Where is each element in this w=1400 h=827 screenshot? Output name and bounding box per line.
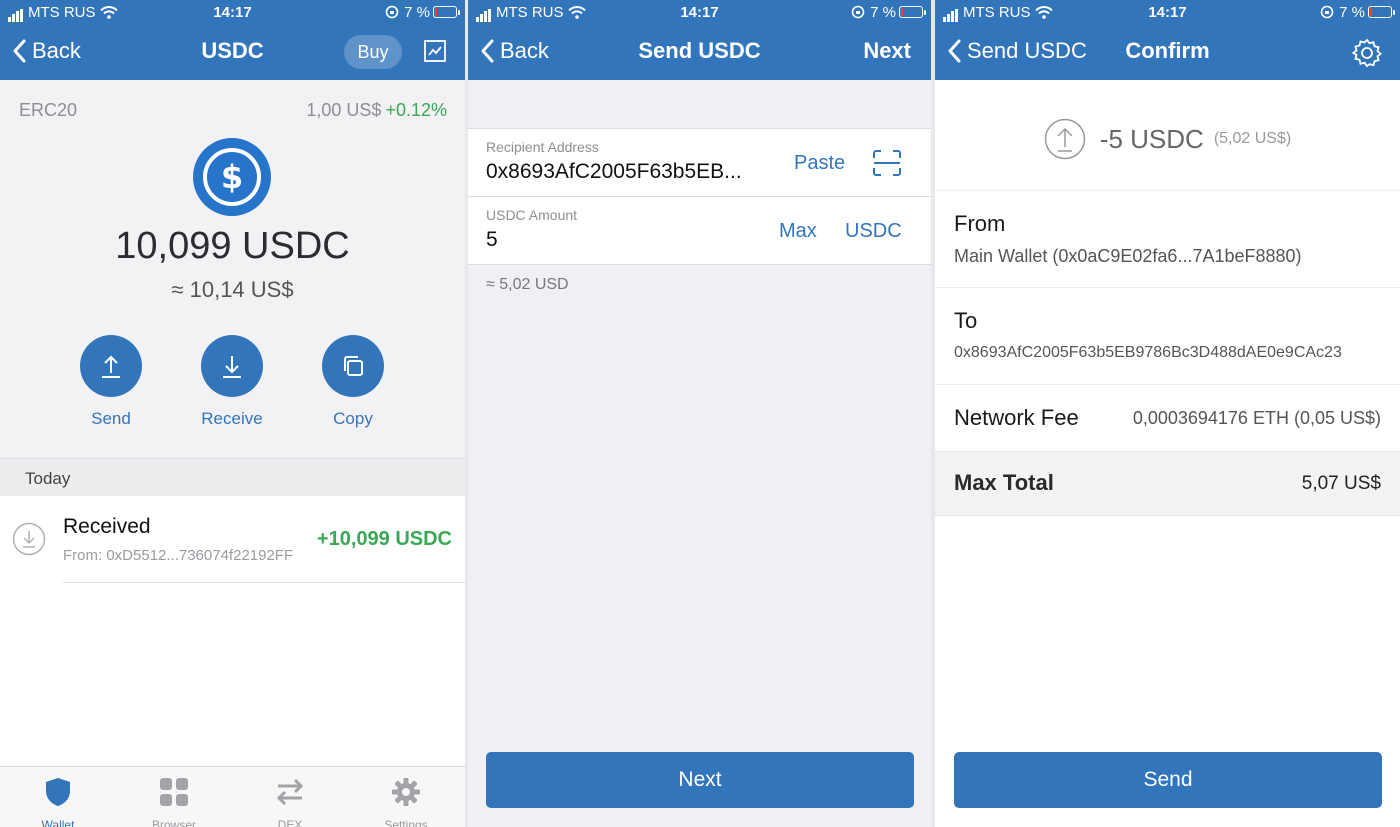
row-divider — [935, 384, 1400, 385]
back-label: Back — [32, 38, 81, 63]
send-action-button[interactable]: Send — [66, 335, 156, 429]
copy-icon — [322, 335, 384, 397]
max-button[interactable]: Max — [779, 220, 817, 243]
network-fee-value: 0,0003694176 ETH (0,05 US$) — [1132, 408, 1381, 428]
max-total-label: Max Total — [954, 470, 1054, 495]
top-bar: MTS RUS 14:17 7 % Send USDC Confirm — [935, 0, 1400, 80]
top-bar: MTS RUS 14:17 7 % Back Send USDC Next — [468, 0, 931, 80]
title-text: Confirm — [1125, 38, 1210, 63]
arrow-up-icon — [80, 335, 142, 397]
next-button[interactable]: Next — [486, 752, 914, 808]
rotation-lock-icon — [851, 5, 865, 19]
balance-fiat: ≈ 10,14 US$ — [171, 277, 294, 302]
back-button[interactable]: Send USDC — [947, 38, 1087, 64]
price-change: +0.12% — [385, 100, 447, 120]
next-nav-button[interactable]: Next — [863, 38, 911, 64]
send-screen: MTS RUS 14:17 7 % Back Send USDC Next Re… — [468, 0, 931, 827]
copy-action-label: Copy — [333, 409, 373, 428]
wallet-screen: MTS RUS 14:17 7 % Back USDC Buy ERC20 1,… — [0, 0, 465, 827]
back-label: Back — [500, 38, 549, 63]
tab-wallet[interactable]: Wallet — [13, 775, 103, 827]
row-divider — [63, 582, 465, 583]
max-total-value: 5,07 US$ — [1301, 473, 1381, 494]
tab-settings-label: Settings — [384, 818, 428, 827]
title-text: USDC — [201, 38, 264, 63]
tab-wallet-label: Wallet — [41, 818, 75, 827]
tab-browser[interactable]: Browser — [129, 775, 219, 827]
row-divider — [935, 287, 1400, 288]
battery-percent: 7 % — [870, 4, 896, 21]
send-action-label: Send — [91, 409, 131, 428]
transaction-amount: +10,099 USDC — [316, 528, 452, 550]
amount-input[interactable]: 5 — [486, 228, 498, 252]
arrow-up-circle-icon — [1044, 118, 1086, 160]
status-right: 7 % — [385, 4, 460, 22]
tab-bar: Wallet Browser DEX Settings — [0, 766, 465, 827]
rotation-lock-icon — [385, 5, 399, 19]
send-button[interactable]: Send — [954, 752, 1382, 808]
qr-scan-icon[interactable] — [873, 150, 901, 181]
section-header-today: Today — [0, 458, 465, 496]
battery-icon — [899, 6, 926, 18]
swap-arrows-icon — [245, 775, 335, 809]
shield-icon — [13, 775, 103, 809]
network-label: ERC20 — [19, 100, 78, 120]
amount-label: USDC Amount — [486, 207, 578, 223]
row-divider — [935, 190, 1400, 191]
token-price: 1,00 US$ +0.12% — [306, 100, 447, 121]
status-right: 7 % — [851, 4, 926, 22]
status-right: 7 % — [1320, 4, 1395, 22]
back-button[interactable]: Back — [12, 38, 81, 64]
fiat-estimate: ≈ 5,02 USD — [486, 276, 569, 293]
from-value: Main Wallet (0x0aC9E02fa6...7A1beF8880) — [954, 246, 1302, 266]
battery-percent: 7 % — [404, 4, 430, 21]
send-amount: -5 USDC — [1099, 123, 1204, 154]
battery-icon — [433, 6, 460, 18]
tab-browser-label: Browser — [151, 818, 196, 827]
recipient-label: Recipient Address — [486, 139, 599, 155]
receive-action-button[interactable]: Receive — [187, 335, 277, 429]
confirm-screen: MTS RUS 14:17 7 % Send USDC Confirm -5 U… — [935, 0, 1400, 827]
receive-action-label: Receive — [201, 409, 263, 428]
buy-button[interactable]: Buy — [344, 35, 402, 69]
arrow-down-icon — [201, 335, 263, 397]
tab-dex-label: DEX — [277, 818, 303, 827]
token-balance: 10,099 USDC — [115, 225, 350, 267]
top-bar: MTS RUS 14:17 7 % Back USDC Buy — [0, 0, 465, 80]
tab-settings[interactable]: Settings — [361, 775, 451, 827]
recipient-address-input[interactable]: 0x8693AfC2005F63b5EB... — [486, 160, 742, 184]
back-label: Send USDC — [967, 38, 1087, 63]
to-label: To — [954, 308, 978, 333]
copy-action-button[interactable]: Copy — [308, 335, 398, 429]
amount-summary: -5 USDC (5,02 US$) — [935, 117, 1400, 161]
title-text: Send USDC — [638, 38, 761, 63]
rotation-lock-icon — [1320, 5, 1334, 19]
transaction-from: From: 0xD5512...736074f22192FF — [63, 547, 294, 564]
chevron-left-icon — [481, 39, 494, 63]
gear-icon[interactable] — [1351, 38, 1383, 73]
chevron-left-icon — [948, 39, 961, 63]
tab-dex[interactable]: DEX — [245, 775, 335, 827]
send-amount-fiat: (5,02 US$) — [1213, 130, 1292, 147]
grid-icon — [129, 775, 219, 809]
gear-icon — [361, 775, 451, 809]
usdc-logo-icon: $ — [193, 138, 271, 216]
network-fee-label: Network Fee — [954, 405, 1079, 430]
form-divider — [468, 196, 931, 197]
price-value: 1,00 US$ — [306, 100, 382, 120]
chevron-left-icon — [13, 39, 26, 63]
received-icon — [12, 522, 46, 561]
from-label: From — [954, 211, 1006, 236]
back-button[interactable]: Back — [480, 38, 549, 64]
svg-text:$: $ — [221, 158, 243, 196]
battery-icon — [1368, 6, 1395, 18]
currency-toggle-button[interactable]: USDC — [845, 220, 902, 243]
paste-button[interactable]: Paste — [794, 152, 845, 175]
to-value: 0x8693AfC2005F63b5EB9786Bc3D488dAE0e9CAc… — [954, 344, 1342, 361]
battery-percent: 7 % — [1339, 4, 1365, 21]
transaction-title[interactable]: Received — [63, 515, 151, 539]
line-chart-icon[interactable] — [424, 40, 446, 67]
